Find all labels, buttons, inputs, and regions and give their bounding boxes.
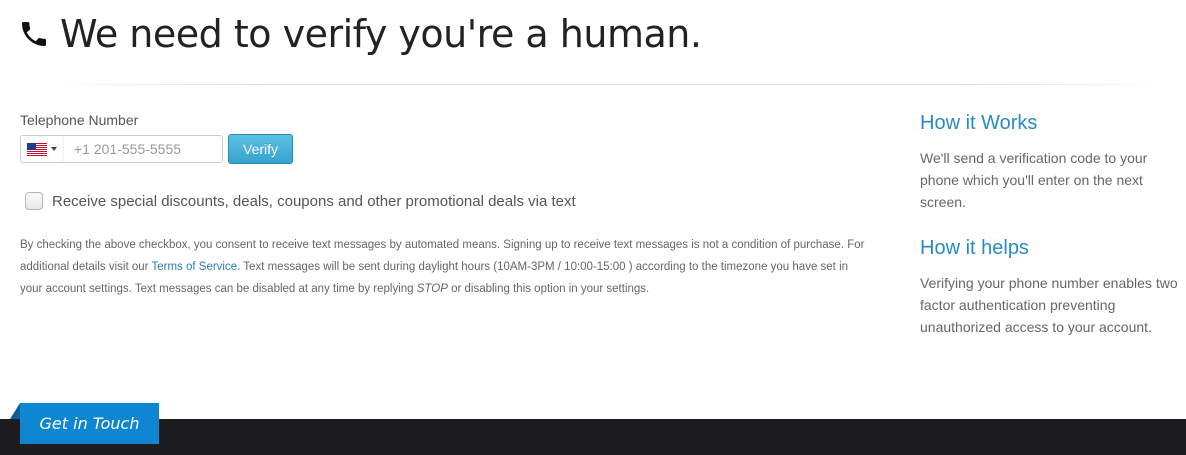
how-it-helps-text: Verifying your phone number enables two …	[920, 275, 1178, 335]
phone-icon	[18, 18, 50, 50]
how-it-works-heading: How it Works	[920, 112, 1038, 134]
stop-keyword: STOP	[416, 283, 448, 295]
tab-fold	[10, 403, 20, 419]
caret-down-icon	[51, 147, 57, 151]
phone-row: Verify	[20, 134, 870, 164]
phone-number-input[interactable]	[64, 136, 222, 162]
phone-input-group	[20, 135, 223, 163]
consent-text-part3: or disabling this option in your setting…	[447, 283, 650, 295]
page-title: We need to verify you're a human.	[18, 12, 702, 56]
promo-opt-in: Receive special discounts, deals, coupon…	[25, 192, 870, 210]
how-it-works-text: We'll send a verification code to your p…	[920, 150, 1148, 210]
consent-disclaimer: By checking the above checkbox, you cons…	[20, 234, 870, 300]
info-sidebar: How it Works We'll send a verification c…	[920, 112, 1180, 362]
title-divider	[40, 84, 1180, 85]
terms-of-service-link[interactable]: Terms of Service	[151, 261, 237, 273]
telephone-label: Telephone Number	[20, 112, 139, 128]
footer-bar	[0, 419, 1186, 455]
us-flag-icon	[27, 142, 47, 156]
page-title-text: We need to verify you're a human.	[60, 12, 702, 56]
get-in-touch-button[interactable]: Get in Touch	[20, 403, 159, 444]
verify-button[interactable]: Verify	[228, 134, 294, 164]
promo-checkbox-label[interactable]: Receive special discounts, deals, coupon…	[52, 193, 576, 210]
get-in-touch-tab: Get in Touch	[10, 403, 159, 444]
country-code-dropdown[interactable]	[21, 136, 64, 162]
promo-checkbox[interactable]	[25, 192, 43, 210]
verification-form: Telephone Number Verify	[20, 112, 870, 312]
how-it-helps-heading: How it helps	[920, 237, 1029, 259]
